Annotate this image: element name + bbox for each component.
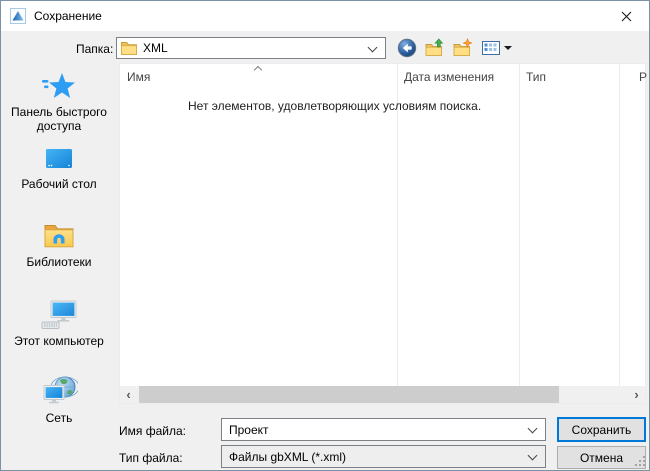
scroll-left-button[interactable]: ‹ bbox=[120, 386, 137, 403]
column-header-size-clipped[interactable]: Р bbox=[639, 70, 647, 84]
app-icon bbox=[10, 8, 26, 24]
column-separator bbox=[619, 64, 620, 403]
close-button[interactable] bbox=[604, 1, 649, 31]
scroll-left-icon: ‹ bbox=[126, 387, 131, 402]
sidebar-item-label: Этот компьютер bbox=[14, 334, 104, 348]
sidebar-item-network[interactable]: Сеть bbox=[6, 375, 112, 425]
filename-label: Имя файла: bbox=[119, 424, 186, 438]
list-header: Имя Дата изменения Тип Р bbox=[120, 64, 647, 88]
file-list[interactable]: Имя Дата изменения Тип Р Нет элементов, … bbox=[119, 63, 647, 404]
chevron-down-icon bbox=[527, 450, 538, 461]
up-one-level-button[interactable] bbox=[425, 37, 445, 59]
save-button-label: Сохранить bbox=[571, 422, 632, 437]
close-icon bbox=[621, 11, 632, 21]
folder-label: Папка: bbox=[76, 42, 114, 56]
resize-grip[interactable] bbox=[633, 454, 646, 467]
network-icon bbox=[43, 376, 78, 404]
column-header-type[interactable]: Тип bbox=[519, 64, 619, 88]
quick-access-icon bbox=[42, 73, 75, 98]
empty-folder-message: Нет элементов, удовлетворяющих условиям … bbox=[188, 99, 482, 113]
places-sidebar: Панель быстрого доступа Рабочий стол Биб… bbox=[3, 63, 115, 425]
new-folder-icon bbox=[453, 38, 473, 56]
filetype-dropdown[interactable]: Файлы gbXML (*.xml) bbox=[221, 445, 546, 468]
filename-combobox[interactable] bbox=[221, 418, 546, 441]
sidebar-item-label: Панель быстрого доступа bbox=[11, 105, 107, 133]
scroll-right-button[interactable]: › bbox=[628, 386, 645, 403]
column-header-date-modified[interactable]: Дата изменения bbox=[397, 64, 519, 88]
this-pc-icon bbox=[41, 300, 77, 329]
window-title: Сохранение bbox=[34, 9, 102, 23]
column-separator bbox=[397, 64, 398, 403]
sidebar-item-label: Рабочий стол bbox=[21, 177, 97, 191]
scrollbar-thumb[interactable] bbox=[139, 386, 559, 403]
new-folder-button[interactable] bbox=[453, 37, 473, 59]
sidebar-item-this-pc[interactable]: Этот компьютер bbox=[6, 300, 112, 348]
sidebar-item-label: Библиотеки bbox=[26, 255, 92, 269]
chevron-down-icon bbox=[367, 42, 378, 53]
column-separator bbox=[519, 64, 520, 403]
scroll-right-icon: › bbox=[634, 387, 639, 402]
title-bar: Сохранение bbox=[1, 1, 649, 31]
folder-icon bbox=[121, 42, 137, 55]
up-one-level-icon bbox=[425, 38, 444, 56]
dialog-toolbar bbox=[397, 37, 512, 59]
filetype-label: Тип файла: bbox=[119, 451, 183, 465]
folder-dropdown-value: XML bbox=[143, 41, 168, 55]
view-menu-button[interactable] bbox=[481, 37, 512, 59]
folder-dropdown[interactable]: XML bbox=[116, 37, 386, 59]
desktop-icon bbox=[46, 149, 72, 168]
filetype-value: Файлы gbXML (*.xml) bbox=[229, 449, 347, 464]
view-menu-dropdown-icon bbox=[504, 46, 512, 50]
sidebar-item-desktop[interactable]: Рабочий стол bbox=[6, 147, 112, 191]
back-button[interactable] bbox=[397, 37, 417, 59]
chevron-down-icon bbox=[527, 423, 538, 434]
view-menu-icon bbox=[482, 41, 500, 55]
horizontal-scrollbar[interactable]: ‹ › bbox=[120, 386, 645, 403]
filename-input[interactable] bbox=[222, 422, 512, 437]
libraries-icon bbox=[44, 225, 74, 248]
sidebar-item-label: Сеть bbox=[45, 411, 73, 425]
save-dialog-window: Сохранение Папка: XML Панель быстрого до… bbox=[0, 0, 650, 471]
back-icon bbox=[397, 38, 417, 58]
cancel-button-label: Отмена bbox=[579, 450, 624, 465]
sidebar-item-libraries[interactable]: Библиотеки bbox=[6, 221, 112, 269]
save-button[interactable]: Сохранить bbox=[557, 417, 646, 442]
sidebar-item-quick-access[interactable]: Панель быстрого доступа bbox=[6, 71, 112, 133]
